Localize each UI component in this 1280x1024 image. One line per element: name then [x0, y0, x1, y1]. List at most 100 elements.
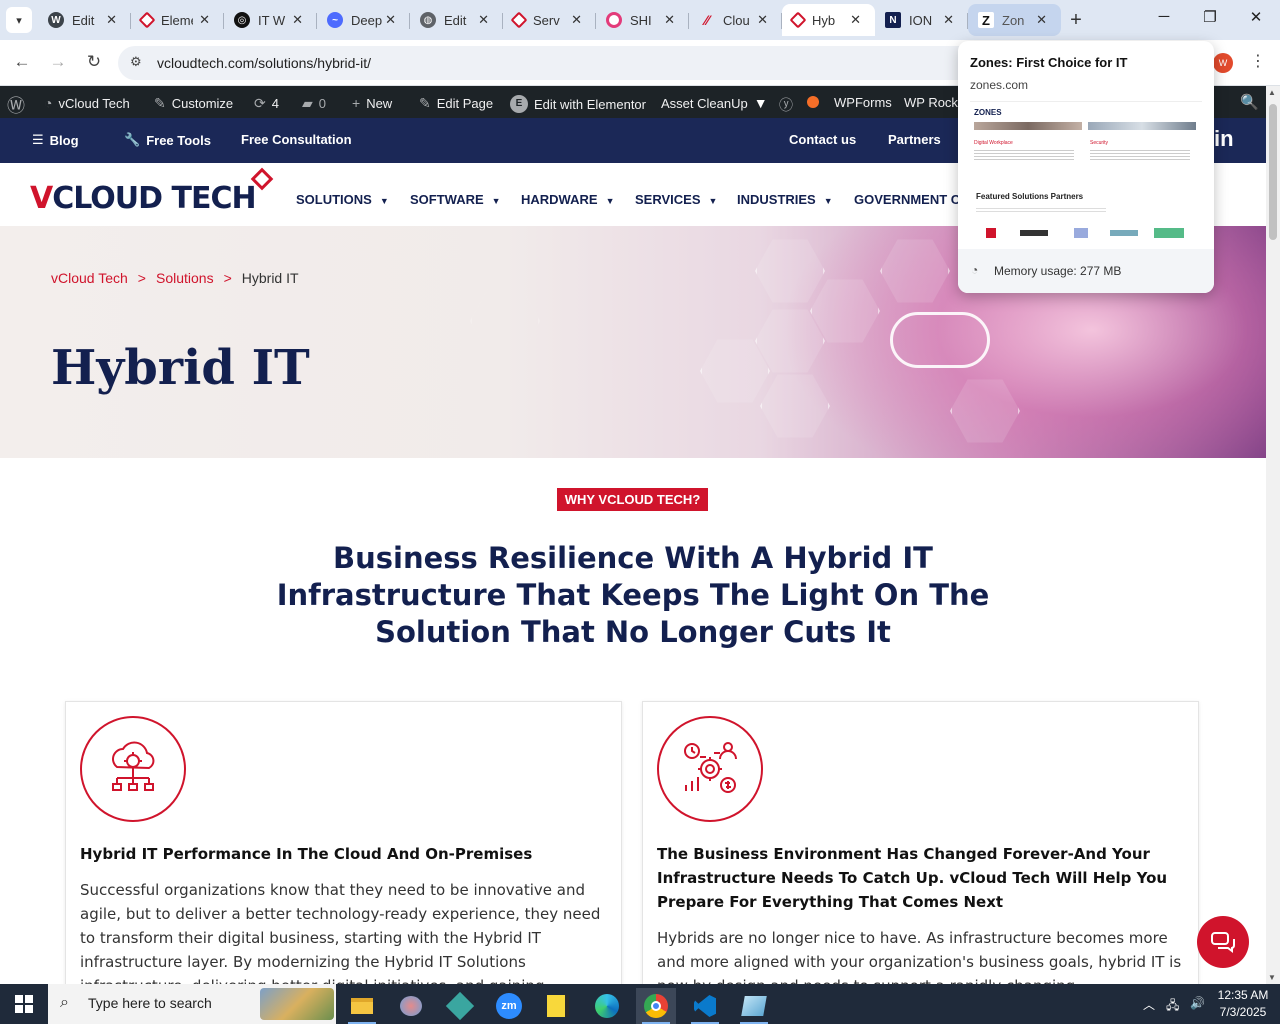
new-tab-button[interactable]: + — [1064, 7, 1088, 33]
restore-button[interactable]: ❐ — [1198, 8, 1222, 26]
close-icon[interactable]: ✕ — [757, 12, 768, 28]
wp-search-icon[interactable]: 🔍 — [1240, 93, 1259, 111]
browser-tab[interactable]: SHI ✕ — [596, 4, 689, 36]
close-icon[interactable]: ✕ — [1036, 12, 1047, 28]
wp-asset-cleanup-link[interactable]: Asset CleanUp ▼ — [661, 95, 768, 111]
close-icon[interactable]: ✕ — [664, 12, 675, 28]
scroll-down-icon[interactable]: ▼ — [1268, 973, 1276, 982]
browser-tab-hovered[interactable]: Z Zon ✕ — [968, 4, 1061, 36]
tab-title: IT W — [258, 12, 286, 28]
taskbar-search[interactable]: ⌕ Type here to search — [48, 984, 336, 1024]
browser-tab[interactable]: Elementor ✕ — [131, 4, 224, 36]
close-icon[interactable]: ✕ — [478, 12, 489, 28]
reload-button[interactable]: ↻ — [83, 52, 105, 72]
wp-wpforms-link[interactable]: WPForms — [834, 95, 892, 110]
url-text[interactable]: vcloudtech.com/solutions/hybrid-it/ — [157, 55, 371, 71]
wordpress-logo-icon[interactable]: Ⓦ — [7, 92, 25, 118]
breadcrumb-current: Hybrid IT — [241, 270, 299, 286]
linkedin-icon[interactable]: in — [1214, 126, 1234, 152]
close-icon[interactable]: ✕ — [385, 12, 396, 28]
chrome-app[interactable] — [636, 988, 676, 1024]
browser-tab[interactable]: N ION ✕ — [875, 4, 968, 36]
nav-free-tools-link[interactable]: 🔧 Free Tools — [124, 132, 211, 148]
close-icon[interactable]: ✕ — [292, 12, 303, 28]
profile-avatar[interactable]: W — [1213, 53, 1233, 73]
site-settings-icon[interactable]: ⚙ — [130, 54, 142, 70]
wp-site-link[interactable]: ◔ vCloud Tech — [44, 95, 130, 111]
edge-app[interactable] — [587, 988, 627, 1024]
wp-customize-link[interactable]: ✎ Customize — [154, 95, 233, 112]
caret-down-icon: ▼ — [491, 196, 501, 206]
menu-services[interactable]: SERVICES ▼ — [635, 192, 717, 207]
zoom-app[interactable]: zm — [489, 988, 529, 1024]
wp-yoast-link[interactable]: ⓨ — [779, 95, 793, 115]
close-icon[interactable]: ✕ — [943, 12, 954, 28]
wp-elementor-link[interactable]: E Edit with Elementor — [510, 95, 646, 113]
nav-blog-link[interactable]: ☰ Blog — [32, 132, 79, 148]
nav-partners-link[interactable]: Partners — [888, 132, 941, 147]
wp-rocket-link[interactable]: WP Rocke — [904, 95, 965, 110]
scrollbar-thumb[interactable] — [1269, 104, 1277, 240]
file-explorer-app[interactable] — [342, 988, 382, 1024]
browser-tab-active[interactable]: Hyb ✕ — [782, 4, 875, 36]
browser-tab[interactable]: ~ Deep ✕ — [317, 4, 410, 36]
browser-menu-icon[interactable]: ⋮ — [1250, 51, 1266, 71]
browser-tab[interactable]: ⁄⁄ Clou ✕ — [689, 4, 782, 36]
wp-comments-count: 0 — [318, 96, 327, 111]
wp-new-link[interactable]: + New — [352, 95, 392, 111]
breadcrumb-solutions-link[interactable]: Solutions — [156, 270, 214, 286]
wp-comments-link[interactable]: ▰ 0 — [302, 95, 326, 112]
site-logo[interactable]: VCLOUD TECH — [30, 181, 257, 216]
browser-tab[interactable]: ◎ IT W ✕ — [224, 4, 317, 36]
taskbar-clock[interactable]: 12:35 AM 7/3/2025 — [1212, 987, 1274, 1021]
menu-software[interactable]: SOFTWARE ▼ — [410, 192, 501, 207]
nav-consultation-link[interactable]: Free Consultation — [241, 132, 352, 147]
nav-contact-link[interactable]: Contact us — [789, 132, 856, 147]
browser-tab[interactable]: Serv ✕ — [503, 4, 596, 36]
forward-button[interactable]: → — [47, 52, 69, 72]
wp-edit-page-link[interactable]: ✎ Edit Page — [419, 95, 493, 112]
start-button[interactable] — [0, 984, 48, 1024]
wp-updates-count: 4 — [271, 96, 279, 111]
chat-widget-button[interactable] — [1197, 916, 1249, 968]
tab-title: Elementor — [161, 12, 193, 28]
volume-icon[interactable]: 🔊 — [1190, 996, 1205, 1010]
close-icon[interactable]: ✕ — [850, 12, 861, 28]
thumb-card-title: Digital Workplace — [974, 140, 1013, 146]
close-icon[interactable]: ✕ — [199, 12, 210, 28]
browser-tab[interactable]: ◍ Edit ✕ — [410, 4, 503, 36]
breadcrumb-home-link[interactable]: vCloud Tech — [51, 270, 128, 286]
browser-tab[interactable]: W Edit ✕ — [38, 4, 131, 36]
menu-hardware[interactable]: HARDWARE ▼ — [521, 192, 614, 207]
heading-line: Solution That No Longer Cuts It — [375, 615, 891, 649]
close-icon[interactable]: ✕ — [106, 12, 117, 28]
minimize-button[interactable]: ─ — [1152, 8, 1176, 25]
sticky-notes-app[interactable] — [538, 988, 578, 1024]
caret-down-icon: ▼ — [708, 196, 718, 206]
taskbar-app[interactable] — [734, 988, 774, 1024]
menu-government[interactable]: GOVERNMENT C — [854, 192, 960, 207]
chat-bubble-icon — [1211, 932, 1235, 953]
edge-icon — [595, 994, 619, 1018]
business-gear-icon — [657, 716, 763, 822]
page-scrollbar[interactable]: ▲ ▼ — [1266, 86, 1280, 984]
vscode-app[interactable] — [685, 988, 725, 1024]
network-icon[interactable]: 🖧 — [1166, 996, 1179, 1017]
scroll-up-icon[interactable]: ▲ — [1268, 88, 1276, 97]
menu-solutions[interactable]: SOLUTIONS ▼ — [296, 192, 389, 207]
caret-down-icon: ▼ — [379, 196, 389, 206]
tray-chevron-icon[interactable]: ︿ — [1143, 996, 1155, 1013]
wp-site-label: vCloud Tech — [58, 95, 130, 111]
hexagon-decoration — [470, 289, 540, 353]
address-bar[interactable]: ⚙ vcloudtech.com/solutions/hybrid-it/ — [118, 46, 998, 80]
menu-industries[interactable]: INDUSTRIES ▼ — [737, 192, 833, 207]
chevron-down-icon: ▾ — [16, 14, 22, 27]
taskbar-app[interactable] — [440, 988, 480, 1024]
taskbar-app[interactable] — [391, 988, 431, 1024]
close-icon[interactable]: ✕ — [571, 12, 582, 28]
back-button[interactable]: ← — [11, 52, 33, 72]
zones-z-icon: Z — [978, 12, 994, 28]
close-window-button[interactable]: ✕ — [1244, 8, 1268, 26]
tab-search-button[interactable]: ▾ — [6, 7, 32, 33]
wp-updates-link[interactable]: ⟳ 4 — [254, 95, 279, 112]
